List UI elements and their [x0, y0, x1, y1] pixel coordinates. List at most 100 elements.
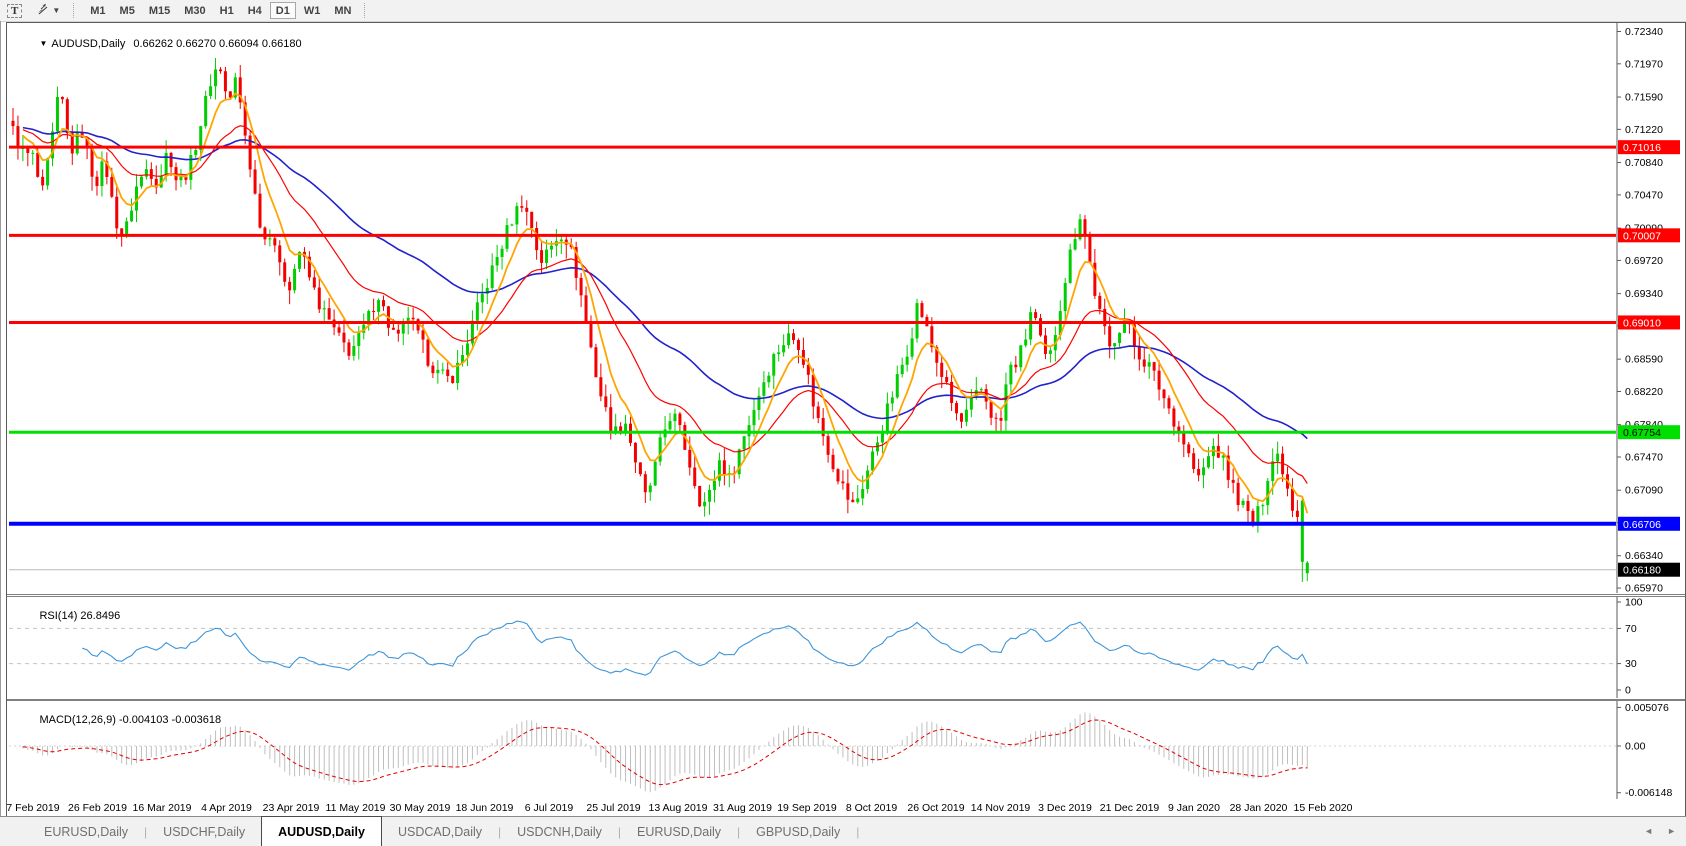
svg-text:0.68220: 0.68220	[1625, 386, 1663, 398]
macd-name: MACD(12,26,9)	[39, 714, 115, 726]
timeframe-button-m5[interactable]: M5	[114, 2, 141, 19]
date-label: 26 Feb 2019	[68, 802, 127, 814]
svg-text:0: 0	[1625, 685, 1631, 697]
svg-text:0.68590: 0.68590	[1625, 354, 1663, 366]
ohlc-low: 0.66094	[219, 38, 259, 50]
date-label: 26 Oct 2019	[907, 802, 964, 814]
macd-label: MACD(12,26,9) -0.004103 -0.003618	[15, 702, 221, 738]
svg-text:70: 70	[1625, 623, 1637, 635]
chevron-down-icon: ▼	[52, 6, 60, 15]
chart-tab-audusd-2[interactable]: AUDUSD,Daily	[261, 816, 382, 846]
price-chart-canvas: 0.72340 0.71970 0.71590 0.71220 0.70840 0.704…	[7, 23, 1685, 593]
ohlc-high: 0.66270	[176, 38, 216, 50]
date-label: 15 Feb 2020	[1294, 802, 1353, 814]
date-label: 7 Feb 2019	[6, 802, 59, 814]
tab-divider: |	[856, 817, 859, 846]
date-label: 6 Jul 2019	[525, 802, 573, 814]
date-label: 4 Apr 2019	[201, 802, 252, 814]
svg-text:0.66180: 0.66180	[1623, 565, 1661, 577]
mt4-window: T ▼ M1M5M15M30H1H4D1W1MN 0.723400.719700…	[0, 0, 1686, 846]
chart-tab-usdcnh-4[interactable]: USDCNH,Daily	[501, 817, 618, 846]
price-panel[interactable]: 0.72340 0.71970 0.71590 0.71220 0.70840 0.704…	[7, 23, 1685, 595]
svg-text:0.69720: 0.69720	[1625, 255, 1663, 267]
text-tool-button[interactable]: T	[1, 2, 28, 19]
timeframe-group: M1M5M15M30H1H4D1W1MN	[83, 2, 358, 19]
date-label: 9 Jan 2020	[1168, 802, 1220, 814]
date-label: 21 Dec 2019	[1100, 802, 1160, 814]
date-label: 14 Nov 2019	[971, 802, 1031, 814]
svg-text:0.67470: 0.67470	[1625, 452, 1663, 464]
svg-text:-0.006148: -0.006148	[1625, 787, 1672, 799]
symbol-period-label: AUDUSD,Daily	[51, 38, 125, 50]
svg-text:100: 100	[1625, 597, 1643, 609]
svg-text:0.69340: 0.69340	[1625, 288, 1663, 300]
timeframe-button-m30[interactable]: M30	[178, 2, 211, 19]
chart-tab-usdcad-3[interactable]: USDCAD,Daily	[382, 817, 498, 846]
timeframe-button-h1[interactable]: H1	[214, 2, 240, 19]
svg-text:0.72340: 0.72340	[1625, 26, 1663, 38]
chart-tab-usdchf-1[interactable]: USDCHF,Daily	[147, 817, 261, 846]
svg-text:0.71970: 0.71970	[1625, 58, 1663, 70]
date-label: 16 Mar 2019	[133, 802, 192, 814]
macd-value-main: -0.004103	[119, 714, 169, 726]
chart-tab-eurusd-0[interactable]: EURUSD,Daily	[28, 817, 144, 846]
chart-tab-gbpusd-6[interactable]: GBPUSD,Daily	[740, 817, 856, 846]
svg-text:0.67754: 0.67754	[1623, 427, 1661, 439]
timeframe-button-m1[interactable]: M1	[84, 2, 111, 19]
svg-text:0.71220: 0.71220	[1625, 124, 1663, 136]
svg-text:0.71016: 0.71016	[1623, 142, 1661, 154]
chart-tab-bar: EURUSD,Daily|USDCHF,DailyAUDUSD,DailyUSD…	[0, 816, 1686, 846]
svg-text:0.70007: 0.70007	[1623, 230, 1661, 242]
tab-scroll-buttons: ◄ ►	[1644, 816, 1676, 846]
timeframe-button-m15[interactable]: M15	[143, 2, 176, 19]
date-label: 25 Jul 2019	[586, 802, 640, 814]
timeframe-button-d1[interactable]: D1	[270, 2, 296, 19]
toolbar-separator	[364, 3, 370, 18]
chart-title: ▼ AUDUSD,Daily 0.66262 0.66270 0.66094 0.6…	[15, 26, 302, 62]
date-label: 13 Aug 2019	[649, 802, 708, 814]
macd-panel[interactable]: 0.005076 0.00 -0.006148 MACD(12,26,9) -0.0…	[7, 700, 1685, 801]
svg-text:0.71590: 0.71590	[1625, 92, 1663, 104]
tab-scroll-left-icon[interactable]: ◄	[1644, 826, 1653, 836]
toolbar-separator	[73, 3, 79, 18]
rsi-label: RSI(14) 26.8496	[15, 598, 120, 634]
svg-text:0.00: 0.00	[1625, 741, 1646, 753]
rsi-value: 26.8496	[80, 610, 120, 622]
time-axis[interactable]: 7 Feb 2019 26 Feb 2019 16 Mar 2019 4 Apr 20…	[7, 800, 1685, 817]
svg-text:0.69010: 0.69010	[1623, 317, 1661, 329]
svg-text:0.67090: 0.67090	[1625, 485, 1663, 497]
chart-tab-eurusd-5[interactable]: EURUSD,Daily	[621, 817, 737, 846]
svg-text:0.005076: 0.005076	[1625, 702, 1669, 714]
date-label: 31 Aug 2019	[713, 802, 772, 814]
rsi-panel[interactable]: 10070300 RSI(14) 26.8496	[7, 596, 1685, 700]
svg-text:0.70840: 0.70840	[1625, 157, 1663, 169]
collapse-triangle-icon[interactable]: ▼	[39, 39, 47, 48]
chart-arrange-button[interactable]: ▼	[30, 2, 66, 19]
date-label: 3 Dec 2019	[1038, 802, 1092, 814]
ohlc-open: 0.66262	[133, 38, 173, 50]
date-label: 28 Jan 2020	[1230, 802, 1288, 814]
top-toolbar: T ▼ M1M5M15M30H1H4D1W1MN	[0, 0, 1686, 22]
rsi-canvas: 10070300	[7, 597, 1685, 698]
date-label: 19 Sep 2019	[777, 802, 837, 814]
macd-value-signal: -0.003618	[172, 714, 222, 726]
timeframe-button-h4[interactable]: H4	[242, 2, 268, 19]
timeframe-button-mn[interactable]: MN	[328, 2, 357, 19]
svg-text:0.66706: 0.66706	[1623, 519, 1661, 531]
dock-edge	[0, 21, 1, 816]
ohlc-close: 0.66180	[262, 38, 302, 50]
date-label: 18 Jun 2019	[456, 802, 514, 814]
date-label: 30 May 2019	[390, 802, 451, 814]
timeframe-button-w1[interactable]: W1	[298, 2, 327, 19]
date-label: 11 May 2019	[326, 802, 386, 814]
svg-text:0.66340: 0.66340	[1625, 550, 1663, 562]
macd-canvas: 0.005076 0.00 -0.006148	[7, 701, 1685, 799]
date-label: 8 Oct 2019	[846, 802, 897, 814]
svg-text:0.65970: 0.65970	[1625, 583, 1663, 593]
rsi-name: RSI(14)	[39, 610, 77, 622]
text-tool-icon: T	[7, 4, 22, 18]
cascade-arrows-icon	[36, 3, 49, 18]
date-label: 23 Apr 2019	[263, 802, 320, 814]
tab-scroll-right-icon[interactable]: ►	[1667, 826, 1676, 836]
svg-text:0.70470: 0.70470	[1625, 189, 1663, 201]
